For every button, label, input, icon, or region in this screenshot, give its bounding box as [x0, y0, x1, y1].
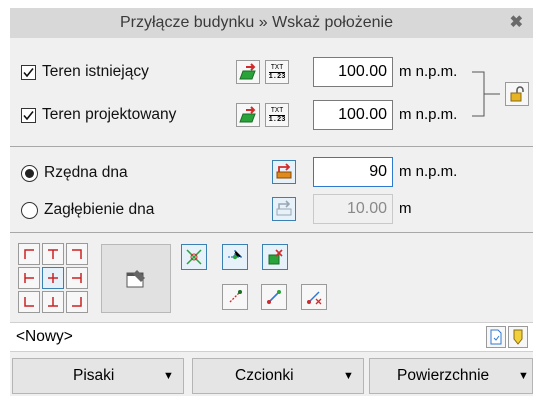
text-value-existing-button[interactable]: TXT 1.23	[265, 60, 289, 84]
new-document-button[interactable]	[486, 326, 506, 348]
title-bar: Przyłącze budynku » Wskaż położenie ✖	[10, 8, 533, 38]
txt-value-icon: TXT 1.23	[268, 107, 286, 124]
existing-terrain-label: Teren istniejący	[42, 63, 149, 80]
designed-terrain-checkbox[interactable]: Teren projektowany	[21, 103, 176, 127]
close-icon[interactable]: ✖	[510, 8, 523, 38]
divider	[10, 232, 533, 233]
cross-points-icon	[186, 249, 202, 265]
tag-icon	[513, 329, 523, 345]
depth-radio[interactable]: Zagłębienie dna	[21, 198, 154, 222]
lock-toggle-button[interactable]	[505, 82, 529, 106]
checkbox-checked-icon[interactable]	[21, 64, 36, 80]
chevron-down-icon: ▼	[343, 370, 354, 382]
terrain-pick-icon	[239, 63, 256, 80]
window-title: Przyłącze budynku » Wskaż położenie	[119, 14, 394, 31]
designed-terrain-unit: m n.p.m.	[399, 106, 458, 123]
anchor-bottom-left-button[interactable]	[18, 291, 40, 313]
radio-selected-icon[interactable]	[21, 164, 38, 182]
name-value[interactable]: <Nowy>	[16, 323, 73, 351]
delete-object-icon	[268, 249, 283, 265]
anchor-middle-right-button[interactable]	[66, 267, 88, 289]
ordinate-unit: m n.p.m.	[399, 163, 458, 180]
pens-label: Pisaki	[73, 367, 115, 384]
surfaces-dropdown[interactable]: Powierzchnie ▼	[369, 358, 533, 394]
anchor-bottom-right-button[interactable]	[66, 291, 88, 313]
existing-terrain-checkbox[interactable]: Teren istniejący	[21, 60, 149, 84]
txt-icon-bottom: 1.23	[268, 115, 286, 124]
name-row: <Nowy>	[10, 322, 533, 352]
pick-bottom-depth-button[interactable]	[272, 197, 296, 221]
chevron-down-icon: ▼	[163, 370, 174, 382]
depth-unit: m	[399, 200, 412, 217]
txt-icon-top: TXT	[268, 64, 286, 73]
insertion-point-grid	[18, 243, 88, 313]
ordinate-radio[interactable]: Rzędna dna	[21, 161, 128, 185]
pick-bottom-ordinate-button[interactable]	[272, 160, 296, 184]
pens-dropdown[interactable]: Pisaki ▼	[12, 358, 184, 394]
bottom-pick-icon	[276, 163, 292, 179]
txt-value-icon: TXT 1.23	[268, 64, 286, 81]
line-tool-button[interactable]	[261, 284, 287, 310]
link-bracket	[472, 71, 500, 117]
properties-icon	[126, 269, 145, 287]
line-start-tool-button[interactable]	[222, 284, 248, 310]
tag-button[interactable]	[508, 326, 528, 348]
anchor-top-center-button[interactable]	[42, 243, 64, 265]
depth-input[interactable]: 10.00	[313, 194, 393, 224]
designed-terrain-input[interactable]: 100.00	[313, 100, 393, 130]
clear-tool-button[interactable]	[181, 244, 207, 270]
chevron-down-icon: ▼	[518, 370, 529, 382]
anchor-middle-left-button[interactable]	[18, 267, 40, 289]
anchor-top-left-button[interactable]	[18, 243, 40, 265]
checkbox-checked-icon[interactable]	[21, 107, 36, 123]
line-end-tool-button[interactable]	[301, 284, 327, 310]
line-start-icon	[229, 290, 242, 303]
pick-designed-terrain-button[interactable]	[236, 103, 260, 127]
divider	[10, 146, 533, 147]
fonts-label: Czcionki	[235, 367, 294, 384]
ordinate-label: Rzędna dna	[44, 164, 128, 181]
txt-icon-bottom: 1.23	[268, 72, 286, 81]
properties-button[interactable]	[101, 244, 171, 313]
lock-icon	[510, 86, 524, 102]
delete-tool-button[interactable]	[262, 244, 288, 270]
fonts-dropdown[interactable]: Czcionki ▼	[192, 358, 364, 394]
anchor-bottom-center-button[interactable]	[42, 291, 64, 313]
designed-terrain-label: Teren projektowany	[42, 106, 177, 123]
pick-existing-terrain-button[interactable]	[236, 60, 260, 84]
ordinate-input[interactable]: 90	[313, 157, 393, 187]
insert-point-icon	[228, 250, 242, 260]
point-tool-button[interactable]	[222, 244, 248, 270]
radio-unselected-icon[interactable]	[21, 201, 38, 219]
bottom-pick-disabled-icon	[276, 200, 292, 216]
existing-terrain-unit: m n.p.m.	[399, 63, 458, 80]
surfaces-label: Powierzchnie	[397, 367, 490, 384]
text-value-designed-button[interactable]: TXT 1.23	[265, 103, 289, 127]
existing-terrain-input[interactable]: 100.00	[313, 57, 393, 87]
depth-label: Zagłębienie dna	[44, 201, 155, 218]
document-icon	[490, 329, 502, 345]
anchor-center-button[interactable]	[42, 267, 64, 289]
txt-icon-top: TXT	[268, 107, 286, 116]
terrain-pick-icon	[239, 106, 256, 123]
line-segment-icon	[267, 290, 281, 304]
anchor-top-right-button[interactable]	[66, 243, 88, 265]
line-end-icon	[307, 291, 322, 305]
